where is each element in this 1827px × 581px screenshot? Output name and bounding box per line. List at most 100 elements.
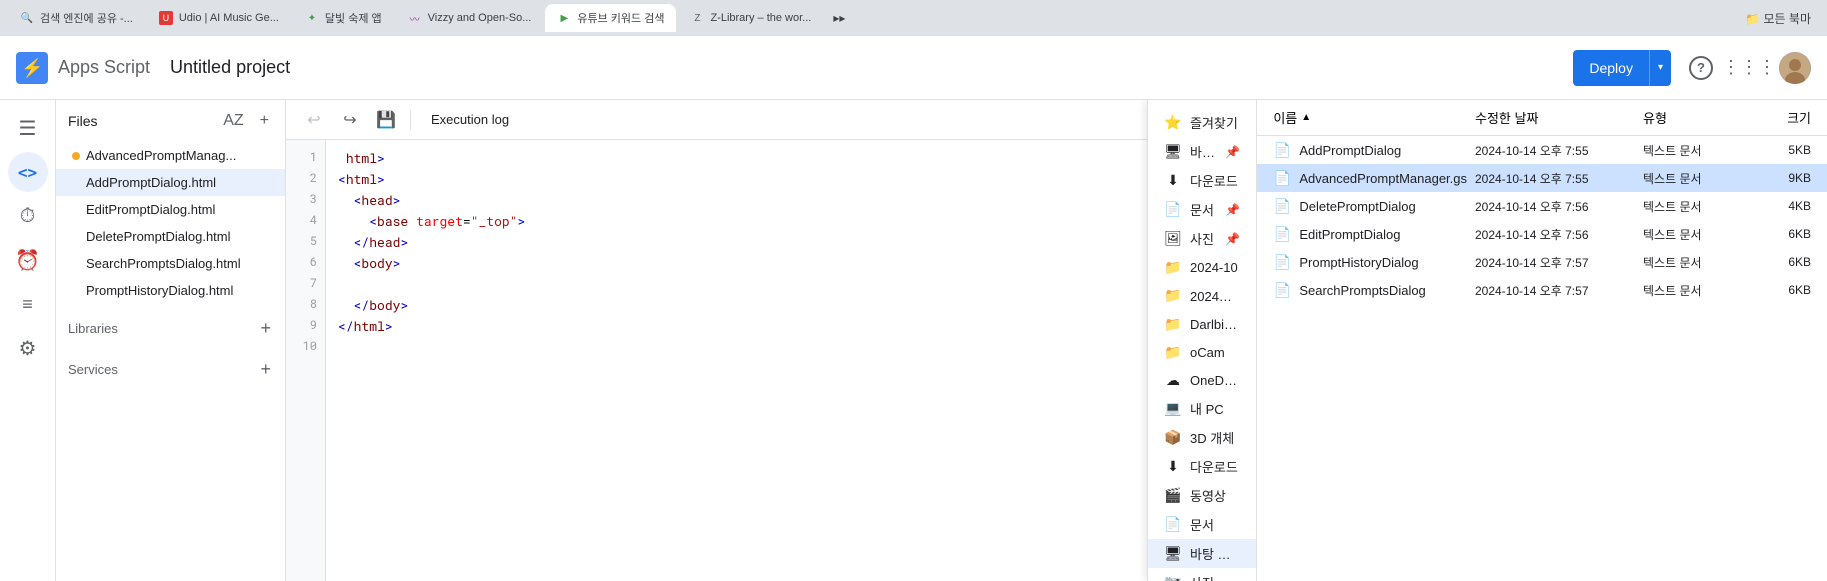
sidebar-trigger-button[interactable]: ⏰: [8, 240, 48, 280]
nav-item-desktop2[interactable]: 🖥바탕 화면: [1148, 539, 1256, 568]
tab-4-favicon: 〰: [408, 11, 422, 25]
file-item-f4[interactable]: DeletePromptDialog.html: [56, 223, 285, 250]
nav-item-ocam[interactable]: 📁 oCam: [1148, 338, 1256, 366]
nav-item-desktop[interactable]: 🖥바탕 화면📌: [1148, 137, 1256, 166]
nav-item-y2024-09[interactable]: 📁2024년 9월 모링 고: [1148, 281, 1256, 310]
line-number-5: 5: [286, 232, 325, 253]
nav-label-ocam: oCam: [1190, 345, 1240, 360]
toolbar-divider: [410, 110, 411, 130]
line-number-1: 1: [286, 148, 325, 169]
code-editor[interactable]: 12345678910 html><html> <head> <base tar…: [286, 140, 1147, 581]
nav-item-mypc[interactable]: 💻내 PC: [1148, 394, 1256, 423]
project-title: Untitled project: [170, 57, 290, 78]
code-content[interactable]: html><html> <head> <base target="_top"> …: [326, 140, 1147, 581]
nav-label-downloads: 다운로드: [1190, 171, 1240, 190]
deploy-dropdown-icon[interactable]: ▾: [1650, 50, 1671, 86]
nav-item-videos[interactable]: 🎬동영상: [1148, 481, 1256, 510]
avatar[interactable]: [1779, 52, 1811, 84]
explorer-file-date: 2024-10-14 오후 7:57: [1475, 282, 1635, 299]
tab-1-label: 검색 엔진에 공유 -...: [40, 10, 133, 26]
bookmarks-button[interactable]: 📁 모든 북마: [1737, 10, 1819, 27]
deploy-label: Deploy: [1573, 50, 1650, 86]
tab-2[interactable]: U Udio | AI Music Ge...: [147, 4, 291, 32]
sort-az-button[interactable]: AZ: [219, 108, 247, 134]
nav-icon-darlbit: 📁: [1164, 315, 1182, 333]
nav-item-downloads[interactable]: ⬇다운로드: [1148, 166, 1256, 195]
add-file-button[interactable]: +: [256, 108, 273, 134]
col-name: 이름 ▲: [1273, 108, 1467, 127]
file-name: DeletePromptDialog.html: [86, 229, 273, 244]
nav-item-docs[interactable]: 📄문서📌: [1148, 195, 1256, 224]
nav-item-onedrive[interactable]: ☁OneDrive: [1148, 366, 1256, 394]
explorer-file-row-ef3[interactable]: 📄DeletePromptDialog2024-10-14 오후 7:56텍스트…: [1257, 192, 1827, 220]
sidebar-history-button[interactable]: ⏱: [8, 196, 48, 236]
files-header: Files AZ +: [56, 100, 285, 142]
explorer-file-date: 2024-10-14 오후 7:55: [1475, 170, 1635, 187]
redo-button[interactable]: ↪: [334, 104, 366, 136]
tab-more-button[interactable]: ▸▸: [825, 11, 853, 25]
files-title: Files: [68, 113, 211, 129]
explorer-file-row-ef2[interactable]: 📄AdvancedPromptManager.gs2024-10-14 오후 7…: [1257, 164, 1827, 192]
nav-icon-docs: 📄: [1164, 201, 1182, 219]
nav-item-photos[interactable]: 🖼사진📌: [1148, 224, 1256, 253]
nav-icon-photos2: 📷: [1164, 574, 1182, 581]
explorer-file-name: AddPromptDialog: [1299, 143, 1467, 158]
file-item-f1[interactable]: AdvancedPromptManag...: [56, 142, 285, 169]
nav-item-downloads2[interactable]: ⬇다운로드: [1148, 452, 1256, 481]
file-item-f2[interactable]: AddPromptDialog.html: [56, 169, 285, 196]
sort-name-icon[interactable]: ▲: [1301, 112, 1311, 123]
code-line-10: [338, 337, 1135, 358]
execution-log-button[interactable]: Execution log: [419, 104, 521, 136]
file-item-f6[interactable]: PromptHistoryDialog.html: [56, 277, 285, 304]
explorer-file-type: 텍스트 문서: [1643, 198, 1743, 215]
tab-1[interactable]: 🔍 검색 엔진에 공유 -...: [8, 4, 145, 32]
explorer-file-row-ef1[interactable]: 📄AddPromptDialog2024-10-14 오후 7:55텍스트 문서…: [1257, 136, 1827, 164]
nav-label-docs: 문서: [1190, 200, 1217, 219]
tab-3[interactable]: ✦ 달빛 숙제 앱: [293, 4, 394, 32]
sidebar-list-button[interactable]: ≡: [8, 284, 48, 324]
deploy-button[interactable]: Deploy ▾: [1573, 50, 1671, 86]
sidebar-settings-button[interactable]: ⚙: [8, 328, 48, 368]
tab-6-label: Z-Library – the wor...: [710, 12, 811, 24]
sidebar-code-button[interactable]: <>: [8, 152, 48, 192]
files-panel: Files AZ + AdvancedPromptManag...AddProm…: [56, 100, 286, 581]
explorer-file-row-ef5[interactable]: 📄PromptHistoryDialog2024-10-14 오후 7:57텍스…: [1257, 248, 1827, 276]
app-container: ⚡ Apps Script Untitled project Deploy ▾ …: [0, 36, 1827, 581]
tab-4[interactable]: 〰 Vizzy and Open-So...: [396, 4, 544, 32]
nav-pin-desktop: 📌: [1225, 145, 1240, 159]
nav-item-favorites[interactable]: ⭐즐겨찾기: [1148, 108, 1256, 137]
nav-label-mypc: 내 PC: [1190, 399, 1240, 418]
explorer-file-row-ef4[interactable]: 📄EditPromptDialog2024-10-14 오후 7:56텍스트 문…: [1257, 220, 1827, 248]
tab-6[interactable]: Z Z-Library – the wor...: [678, 4, 823, 32]
sidebar-menu-button[interactable]: ☰: [8, 108, 48, 148]
tab-5[interactable]: ▶ 유튜브 키워드 검색: [545, 4, 676, 32]
explorer-files: 이름 ▲ 수정한 날짜 유형 크기 📄AddPromptDia: [1257, 100, 1827, 581]
save-button[interactable]: 💾: [370, 104, 402, 136]
explorer-file-type: 텍스트 문서: [1643, 226, 1743, 243]
explorer-file-row-ef6[interactable]: 📄SearchPromptsDialog2024-10-14 오후 7:57텍스…: [1257, 276, 1827, 304]
nav-label-onedrive: OneDrive: [1190, 373, 1240, 388]
add-service-button[interactable]: +: [258, 357, 273, 382]
nav-item-photos2[interactable]: 📷사진: [1148, 568, 1256, 581]
nav-icon-docs2: 📄: [1164, 516, 1182, 534]
file-item-f3[interactable]: EditPromptDialog.html: [56, 196, 285, 223]
nav-icon-ocam: 📁: [1164, 343, 1182, 361]
nav-item-docs2[interactable]: 📄문서: [1148, 510, 1256, 539]
nav-icon-desktop2: 🖥: [1164, 545, 1182, 563]
nav-item-y2024-10[interactable]: 📁2024-10: [1148, 253, 1256, 281]
nav-label-desktop: 바탕 화면: [1190, 142, 1217, 161]
file-item-f5[interactable]: SearchPromptsDialog.html: [56, 250, 285, 277]
nav-item-darlbit[interactable]: 📁Darlbit_Prompt_Arc: [1148, 310, 1256, 338]
explorer-file-name: PromptHistoryDialog: [1299, 255, 1467, 270]
nav-icon-photos: 🖼: [1164, 230, 1182, 248]
nav-icon-videos: 🎬: [1164, 487, 1182, 505]
undo-button[interactable]: ↩: [298, 104, 330, 136]
tab-3-label: 달빛 숙제 앱: [325, 10, 382, 26]
help-button[interactable]: ?: [1683, 50, 1719, 86]
add-library-button[interactable]: +: [258, 316, 273, 341]
explorer-header: 이름 ▲ 수정한 날짜 유형 크기: [1257, 100, 1827, 136]
code-icon: <>: [18, 163, 37, 182]
grid-menu-button[interactable]: ⋮⋮⋮: [1731, 50, 1767, 86]
nav-item-3d[interactable]: 📦3D 개체: [1148, 423, 1256, 452]
code-line-7: [338, 274, 1135, 295]
